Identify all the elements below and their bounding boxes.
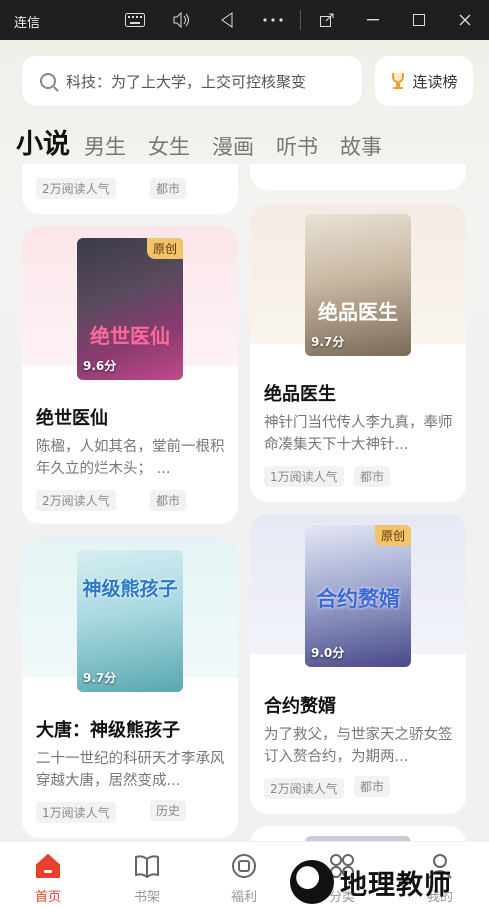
volume-icon[interactable] — [168, 8, 194, 32]
book-description: 陈楹，人如其名，堂前一根积年久立的烂木头； ... — [36, 439, 225, 477]
window-titlebar: 连信 — [0, 0, 489, 40]
book-card[interactable]: 合约赘婿 原创 9.0分 合约赘婿 为了救父，与世家天之骄女签订入赘合约，为期两… — [250, 514, 466, 814]
category-tag: 都市 — [150, 178, 187, 199]
book-cover[interactable]: 神级熊孩子 9.7分 — [77, 550, 183, 692]
back-icon[interactable] — [214, 8, 240, 32]
book-title: 绝品医生 — [264, 384, 336, 405]
tab-novel[interactable]: 小说 — [16, 128, 70, 171]
category-tag: 都市 — [354, 466, 391, 487]
category-tag: 都市 — [150, 490, 187, 511]
book-score: 9.7分 — [83, 671, 117, 685]
trophy-icon — [390, 73, 406, 89]
book-title: 大唐：神级熊孩子 — [36, 720, 180, 741]
book-cover[interactable]: 绝品医生 9.7分 — [305, 214, 411, 356]
nav-home[interactable]: 首页 — [18, 852, 78, 905]
watermark-text: 地理教师 — [340, 869, 452, 901]
tab-story[interactable]: 故事 — [340, 132, 382, 162]
original-badge: 原创 — [146, 238, 183, 259]
popularity-tag: 2万阅读人气 — [264, 778, 344, 799]
popularity-tag: 1万阅读人气 — [264, 466, 344, 487]
search-bar[interactable]: 科技：为了上大学，上交可控核聚变 — [22, 56, 362, 106]
book-score: 9.6分 — [83, 359, 117, 373]
reading-rank-label: 连读榜 — [412, 72, 458, 91]
tab-male[interactable]: 男生 — [84, 132, 126, 162]
category-tag: 历史 — [150, 800, 187, 821]
original-badge: 原创 — [374, 525, 411, 546]
book-card-partial[interactable]: 2万阅读人气 都市 — [22, 164, 238, 214]
close-icon[interactable] — [452, 8, 478, 32]
book-title: 绝世医仙 — [36, 408, 108, 429]
home-icon — [34, 852, 62, 880]
window-title: 连信 — [14, 16, 41, 31]
nav-bookshelf[interactable]: 书架 — [117, 852, 177, 905]
welfare-icon — [230, 852, 258, 880]
watermark: 地理教师 — [290, 858, 485, 906]
nav-bookshelf-label: 书架 — [133, 890, 160, 905]
book-card[interactable]: 绝世医仙 原创 9.6分 绝世医仙 陈楹，人如其名，堂前一根积年久立的烂木头； … — [22, 226, 238, 524]
tab-audiobook[interactable]: 听书 — [276, 132, 318, 162]
popout-icon[interactable] — [314, 8, 340, 32]
popularity-tag: 1万阅读人气 — [36, 802, 116, 823]
cover-title: 绝世医仙 — [90, 324, 170, 348]
book-description: 二十一世纪的科研天才李承风穿越大唐，居然变成... — [36, 751, 225, 789]
tab-female[interactable]: 女生 — [148, 132, 190, 162]
nav-welfare[interactable]: 福利 — [214, 852, 274, 905]
reading-rank-button[interactable]: 连读榜 — [375, 56, 473, 106]
tab-comic[interactable]: 漫画 — [212, 132, 254, 162]
search-placeholder: 科技：为了上大学，上交可控核聚变 — [66, 72, 307, 91]
book-card[interactable]: 绝品医生 9.7分 绝品医生 神针门当代传人李九真，奉师命凑集天下十大神针...… — [250, 204, 466, 502]
nav-home-label: 首页 — [34, 890, 61, 905]
book-description: 神针门当代传人李九真，奉师命凑集天下十大神针... — [264, 415, 453, 453]
maximize-icon[interactable] — [406, 8, 432, 32]
book-cover[interactable]: 绝世医仙 原创 9.6分 — [77, 238, 183, 380]
popularity-tag: 2万阅读人气 — [36, 490, 116, 511]
popularity-tag: 2万阅读人气 — [36, 178, 116, 199]
book-description: 为了救父，与世家天之骄女签订入赘合约，为期两... — [264, 727, 453, 765]
book-card-partial-right[interactable] — [250, 164, 466, 190]
bookshelf-icon — [133, 852, 161, 880]
book-score: 9.0分 — [311, 646, 345, 660]
cover-title: 绝品医生 — [318, 300, 398, 324]
book-cover[interactable]: 合约赘婿 原创 9.0分 — [305, 525, 411, 667]
keyboard-icon[interactable] — [122, 8, 148, 32]
category-tag: 都市 — [354, 776, 391, 797]
app-content: 科技：为了上大学，上交可控核聚变 连读榜 小说 男生 女生 漫画 听书 故事 2… — [0, 40, 489, 909]
minimize-icon[interactable] — [360, 8, 386, 32]
book-card[interactable]: 神级熊孩子 9.7分 大唐：神级熊孩子 二十一世纪的科研天才李承风穿越大唐，居然… — [22, 538, 238, 838]
titlebar-divider — [300, 10, 301, 30]
globe-logo-icon — [290, 860, 334, 904]
cover-title: 合约赘婿 — [316, 587, 400, 611]
category-tabs: 小说 男生 女生 漫画 听书 故事 — [16, 122, 404, 171]
more-icon[interactable] — [260, 8, 286, 32]
cover-title: 神级熊孩子 — [82, 578, 178, 600]
book-title: 合约赘婿 — [264, 696, 336, 717]
nav-welfare-label: 福利 — [230, 890, 257, 905]
search-icon — [40, 73, 56, 89]
book-score: 9.7分 — [311, 335, 345, 349]
